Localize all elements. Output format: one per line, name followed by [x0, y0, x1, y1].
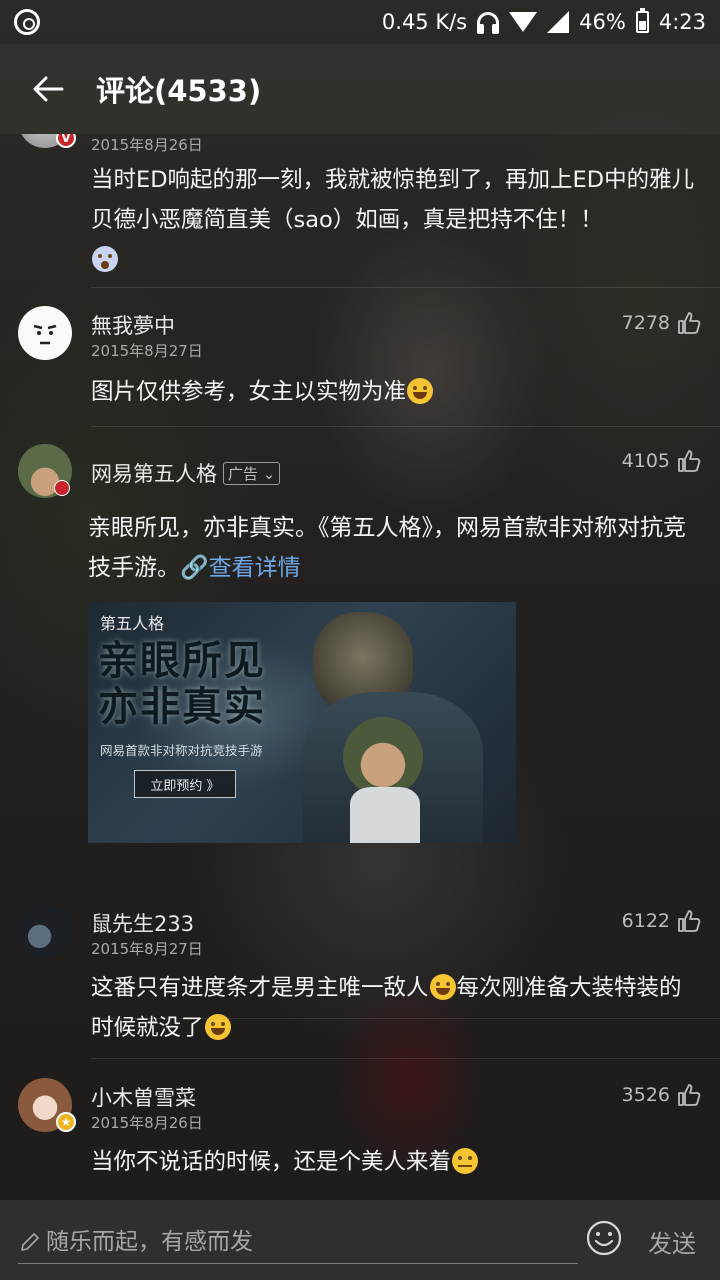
send-button[interactable]: 发送	[648, 1224, 696, 1259]
grinning-face-emoji-icon	[204, 1014, 231, 1040]
view-details-link[interactable]: 🔗查看详情	[180, 555, 301, 581]
like-count: 3526	[621, 1084, 670, 1106]
star-badge-icon: ★	[56, 1112, 76, 1132]
like-button[interactable]: 7278	[622, 310, 702, 336]
comment-text: 图片仅供参考，女主以实物为准	[91, 372, 701, 412]
grinning-face-emoji-icon	[429, 974, 456, 1000]
comment-input-wrapper	[18, 1220, 578, 1264]
thumbs-up-icon	[678, 910, 701, 932]
user-name[interactable]: 小木曽雪菜	[91, 1082, 196, 1112]
wifi-icon	[509, 12, 538, 32]
unamused-face-emoji-icon	[452, 1148, 479, 1174]
comment-text: 这番只有进度条才是男主唯一敌人 每次刚准备大装特装的时候就没了	[91, 974, 682, 1041]
link-icon: 🔗	[180, 555, 209, 581]
comment-text: 当你不说话的时候，还是个美人来着	[91, 1142, 701, 1182]
like-count: 4105	[621, 450, 670, 472]
netease-music-icon	[14, 9, 40, 35]
ad-subtitle: 网易首款非对称对抗竞技手游	[100, 743, 263, 758]
screaming-face-emoji-icon	[92, 246, 118, 272]
game-badge-icon	[54, 480, 70, 496]
ad-banner-image[interactable]: 第五人格 亲眼所见 亦非真实 网易首款非对称对抗竞技手游 立即预约 》	[88, 602, 516, 843]
user-name[interactable]: 無我夢中	[91, 310, 175, 340]
back-button[interactable]	[0, 44, 96, 134]
user-name[interactable]: 网易第五人格 广告 ⌄	[91, 458, 281, 488]
comment-text: 亲眼所见，亦非真实。《第五人格》，网易首款非对称对抗竞技手游。🔗查看详情	[88, 515, 686, 581]
ad-brand: 第五人格	[100, 614, 165, 633]
tears-of-joy-emoji-icon	[407, 378, 434, 404]
signal-icon	[547, 11, 570, 33]
pencil-icon	[21, 1232, 39, 1251]
avatar[interactable]	[18, 306, 72, 360]
app-header: 评论(4533)	[0, 44, 720, 134]
thumbs-up-icon	[678, 450, 701, 472]
divider	[91, 426, 720, 427]
comment-date: 2015年8月27日	[91, 940, 203, 958]
thumbs-up-icon	[678, 312, 701, 334]
divider	[91, 1058, 720, 1059]
ad-headline: 亲眼所见 亦非真实	[98, 637, 266, 730]
comment-input-bar: 发送	[0, 1200, 720, 1280]
network-speed: 0.45 K/s	[381, 10, 468, 34]
comment-input[interactable]	[46, 1228, 578, 1255]
arrow-left-icon	[33, 76, 64, 102]
thumbs-up-icon	[678, 1084, 701, 1106]
preorder-button[interactable]: 立即预约 》	[134, 770, 236, 798]
status-bar: 0.45 K/s 46% 4:23	[0, 0, 720, 44]
comment-date: 2015年8月26日	[91, 1114, 203, 1132]
user-name[interactable]: 鼠先生233	[91, 908, 194, 938]
headphone-icon	[477, 12, 500, 34]
ad-tag[interactable]: 广告 ⌄	[223, 462, 281, 485]
girl-figure	[343, 717, 423, 797]
vip-badge-icon: V	[56, 134, 76, 148]
emoji-picker-icon[interactable]	[585, 1219, 623, 1257]
clock: 4:23	[658, 10, 706, 34]
comment-date: 2015年8月27日	[91, 342, 203, 360]
like-button[interactable]: 6122	[622, 908, 702, 934]
page-title: 评论(4533)	[96, 74, 262, 108]
comment-text: 当时ED响起的那一刻，我就被惊艳到了，再加上ED中的雅儿贝德小恶魔简直美（sao…	[91, 160, 701, 280]
like-button[interactable]: 3526	[622, 1082, 702, 1108]
avatar[interactable]	[18, 904, 72, 958]
comment-date: 2015年8月26日	[91, 136, 203, 154]
like-button[interactable]: 4105	[622, 448, 702, 474]
divider	[91, 287, 720, 288]
battery-icon	[635, 8, 649, 33]
like-count: 6122	[621, 910, 670, 932]
comment-list[interactable]: V 2015年8月26日 当时ED响起的那一刻，我就被惊艳到了，再加上ED中的雅…	[0, 134, 720, 1200]
like-count: 7278	[621, 312, 670, 334]
battery-percent: 46%	[579, 10, 626, 34]
